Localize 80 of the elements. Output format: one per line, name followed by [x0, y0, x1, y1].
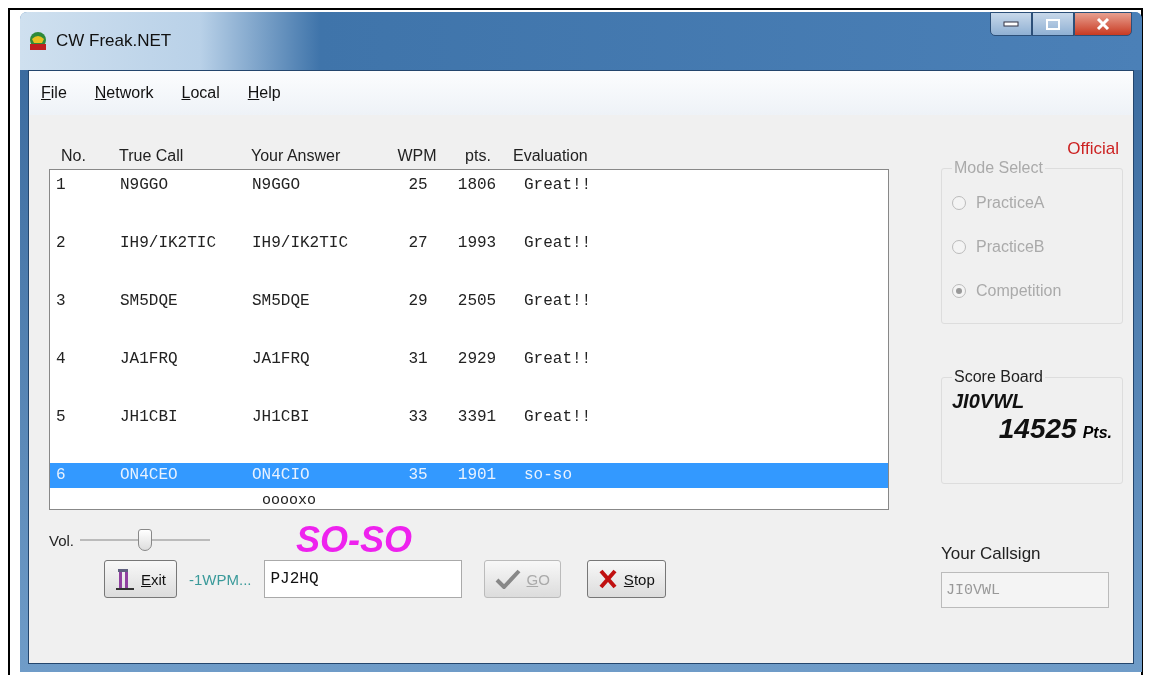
list-row[interactable]: 4 JA1FRQ JA1FRQ 31 2929 Great!! — [50, 348, 888, 406]
column-header: Evaluation — [513, 147, 589, 165]
close-icon — [1096, 18, 1110, 30]
radio-label: PracticeA — [976, 194, 1045, 212]
table-cell-text: 2929 — [456, 350, 498, 368]
table-cell-text: 31 — [407, 350, 429, 368]
column-header: Your Answer — [251, 147, 342, 165]
table-cell-text: JA1FRQ — [252, 350, 311, 368]
score-unit: Pts. — [1082, 424, 1112, 442]
menu-item[interactable]: File — [41, 84, 67, 102]
table-cell-text: 27 — [407, 234, 429, 252]
column-header: WPM — [396, 147, 438, 165]
table-cell-text: SM5DQE — [252, 292, 311, 310]
menu-item[interactable]: Network — [94, 84, 154, 102]
table-cell-text: N9GGO — [120, 176, 169, 194]
radio-label: Competition — [976, 282, 1062, 300]
app-logo-icon — [28, 31, 48, 51]
list-row[interactable]: 3 SM5DQE SM5DQE 29 2505 Great!! — [50, 290, 888, 348]
column-header: No. — [61, 147, 87, 165]
window-title: CW Freak.NET — [56, 31, 172, 51]
answer-diff: ooooxo — [262, 492, 316, 509]
cross-icon — [597, 569, 618, 589]
slider-thumb[interactable] — [138, 529, 153, 551]
maximize-button[interactable] — [1032, 12, 1074, 36]
list-row[interactable]: 5 JH1CBI JH1CBI 33 3391 Great!! — [50, 406, 888, 464]
minimize-button[interactable] — [990, 12, 1032, 36]
table-cell-text: 1806 — [456, 176, 498, 194]
exit-button[interactable]: Exit — [104, 560, 177, 598]
answer-field[interactable]: PJ2HQ — [263, 560, 462, 598]
table-cell-text: 3391 — [456, 408, 498, 426]
table-cell-text: 35 — [407, 466, 429, 484]
table-cell-text: 1993 — [456, 234, 498, 252]
table-cell-text: Great!! — [523, 176, 593, 194]
table-cell-text: ON4CIO — [252, 466, 311, 484]
maximize-icon — [1046, 18, 1060, 30]
callsign-label: Your Callsign — [941, 544, 1042, 564]
list-row[interactable]: 2 IH9/IK2TIC IH9/IK2TIC 27 1993 Great!! — [50, 232, 888, 290]
table-cell-text: 3 — [56, 292, 67, 310]
table-cell-text: ON4CEO — [120, 466, 179, 484]
close-button[interactable] — [1074, 12, 1132, 36]
speed-note: -1WPM... — [189, 570, 252, 588]
table-cell-text: 2 — [56, 234, 67, 252]
table-cell-text: JA1FRQ — [120, 350, 179, 368]
menu-item[interactable]: Local — [181, 84, 220, 102]
table-cell-text: 4 — [56, 350, 67, 368]
volume-label: Vol. — [49, 531, 75, 549]
menu-item[interactable]: Help — [247, 84, 281, 102]
table-cell-text: IH9/IK2TIC — [252, 234, 349, 252]
score-value: 14525 — [998, 413, 1077, 445]
table-cell-text: N9GGO — [252, 176, 301, 194]
table-cell-text: JH1CBI — [252, 408, 311, 426]
group-title: Score Board — [953, 368, 1044, 386]
column-header: pts. — [464, 147, 492, 165]
result-text: SO-SO — [296, 522, 413, 558]
table-cell-text: Great!! — [523, 292, 593, 310]
callsign-text: JI0VWL — [952, 390, 1026, 413]
table-cell-text: 6 — [56, 466, 67, 484]
radio-label: PracticeB — [976, 238, 1045, 256]
group-title: Mode Select — [953, 159, 1044, 177]
table-cell-text: 33 — [407, 408, 429, 426]
table-cell-text: JH1CBI — [120, 408, 179, 426]
table-cell-text: 25 — [407, 176, 429, 194]
table-cell-text: SM5DQE — [120, 292, 179, 310]
column-header: True Call — [119, 147, 185, 165]
table-cell-text: so-so — [523, 466, 573, 484]
list-row[interactable]: 1 N9GGO N9GGO 25 1806 Great!! — [50, 174, 888, 232]
table-cell-text: 2505 — [456, 292, 498, 310]
table-cell-text: Great!! — [523, 234, 593, 252]
table-cell-text: 5 — [56, 408, 67, 426]
stop-button[interactable]: Stop — [586, 560, 666, 598]
status-label: Official — [1067, 139, 1119, 159]
table-cell-text: 1 — [56, 176, 67, 194]
table-cell-text: 29 — [407, 292, 429, 310]
table-cell-text: 1901 — [456, 466, 498, 484]
table-cell-text: Great!! — [523, 350, 593, 368]
exit-door-icon — [115, 567, 135, 591]
table-cell-text: IH9/IK2TIC — [120, 234, 217, 252]
table-cell-text: Great!! — [523, 408, 593, 426]
minimize-icon — [1003, 21, 1019, 27]
checkmark-icon — [494, 569, 521, 589]
